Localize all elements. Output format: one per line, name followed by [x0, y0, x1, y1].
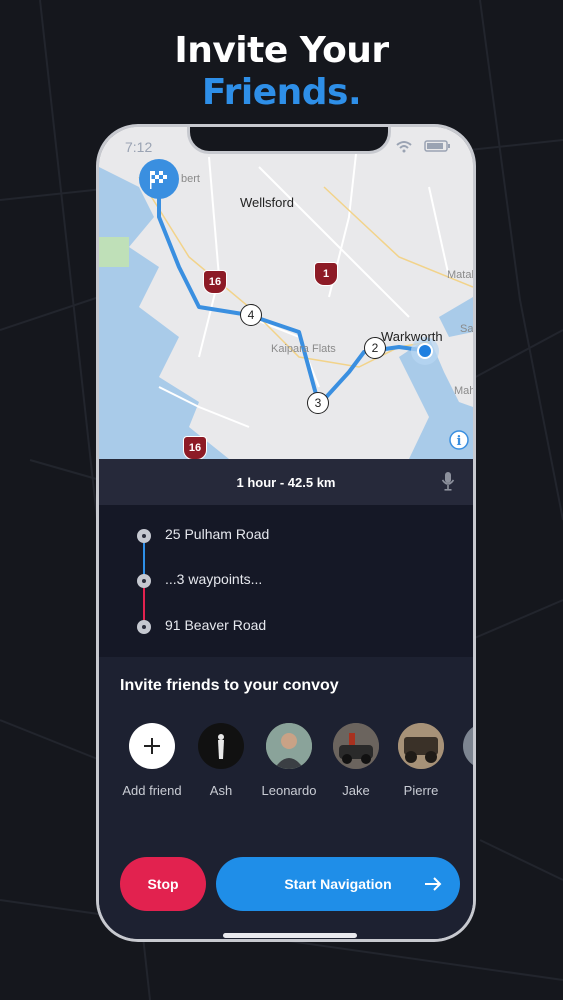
waypoint-start-label[interactable]: 25 Pulham Road: [165, 526, 269, 542]
waypoint-dot-end: [137, 620, 151, 634]
map-label-kaipara: Kaipara Flats: [271, 343, 336, 355]
friend-pierre[interactable]: Pierre: [386, 723, 456, 798]
start-navigation-button[interactable]: Start Navigation: [216, 857, 460, 911]
status-icons: [395, 139, 455, 158]
headline-line2: Friends.: [201, 72, 362, 113]
home-indicator: [223, 933, 357, 938]
stop-button[interactable]: Stop: [120, 857, 206, 911]
status-time: 7:12: [125, 139, 153, 155]
arrow-right-icon: [424, 875, 442, 896]
friend-name: Jake: [342, 783, 370, 798]
friend-name: Ash: [209, 783, 233, 798]
friend-jake[interactable]: Jake: [321, 723, 391, 798]
map-label-mahurangi: Mah: [454, 385, 476, 397]
friend-name: Leonardo: [261, 783, 317, 798]
friend-leonardo[interactable]: Leonardo: [254, 723, 324, 798]
waypoint-list: 25 Pulham Road ...3 waypoints... 91 Beav…: [99, 505, 473, 657]
avatar: [398, 723, 444, 769]
add-friend[interactable]: Add friend: [117, 723, 187, 798]
map-label-matakana: Matak: [447, 269, 476, 281]
highway-shield-16-south: 16: [183, 436, 207, 460]
phone-notch: [187, 127, 391, 154]
friend-name: Add friend: [122, 783, 182, 798]
waypoint-marker-3[interactable]: 3: [307, 392, 329, 414]
svg-text:i: i: [457, 434, 462, 449]
invite-section: Invite friends to your convoy Add friend…: [99, 657, 473, 939]
invite-title: Invite friends to your convoy: [120, 677, 339, 694]
highway-shield-16-north: 16: [203, 270, 227, 294]
highway-shield-1: 1: [314, 262, 338, 286]
map-label-sandspit: Sa: [460, 323, 474, 335]
friend-ash[interactable]: Ash: [186, 723, 256, 798]
avatar: [266, 723, 312, 769]
avatar: [333, 723, 379, 769]
waypoint-marker-2[interactable]: 2: [364, 337, 386, 359]
route-map[interactable]: i Wellsford bert Kaipara Flats Warkworth…: [99, 127, 476, 460]
map-label-warkworth: Warkworth: [381, 329, 443, 344]
map-label-albert: bert: [181, 173, 200, 185]
waypoint-middle-label[interactable]: ...3 waypoints...: [165, 571, 262, 587]
map-graphic: i: [99, 127, 473, 459]
plus-icon: [144, 738, 160, 754]
start-navigation-label: Start Navigation: [284, 876, 392, 892]
waypoint-end-label[interactable]: 91 Beaver Road: [165, 617, 266, 633]
headline-line1: Invite Your: [174, 30, 389, 71]
waypoint-marker-4[interactable]: 4: [240, 304, 262, 326]
friend-name: Pierre: [403, 783, 439, 798]
avatar: [198, 723, 244, 769]
waypoint-dot-middle: [137, 574, 151, 588]
current-location-dot: [417, 343, 433, 359]
map-label-wellsford: Wellsford: [240, 195, 294, 210]
wifi-battery-icon: [396, 140, 450, 153]
friend-partial-avatar[interactable]: [463, 723, 473, 769]
waypoint-dot-start: [137, 529, 151, 543]
phone-frame: 7:12 i Wellsford bert Kaipara Flats Wark…: [96, 124, 476, 942]
add-friend-button[interactable]: [129, 723, 175, 769]
microphone-icon[interactable]: [441, 471, 455, 496]
route-summary: 1 hour - 42.5 km: [236, 474, 336, 490]
route-summary-bar: 1 hour - 42.5 km: [99, 459, 473, 505]
